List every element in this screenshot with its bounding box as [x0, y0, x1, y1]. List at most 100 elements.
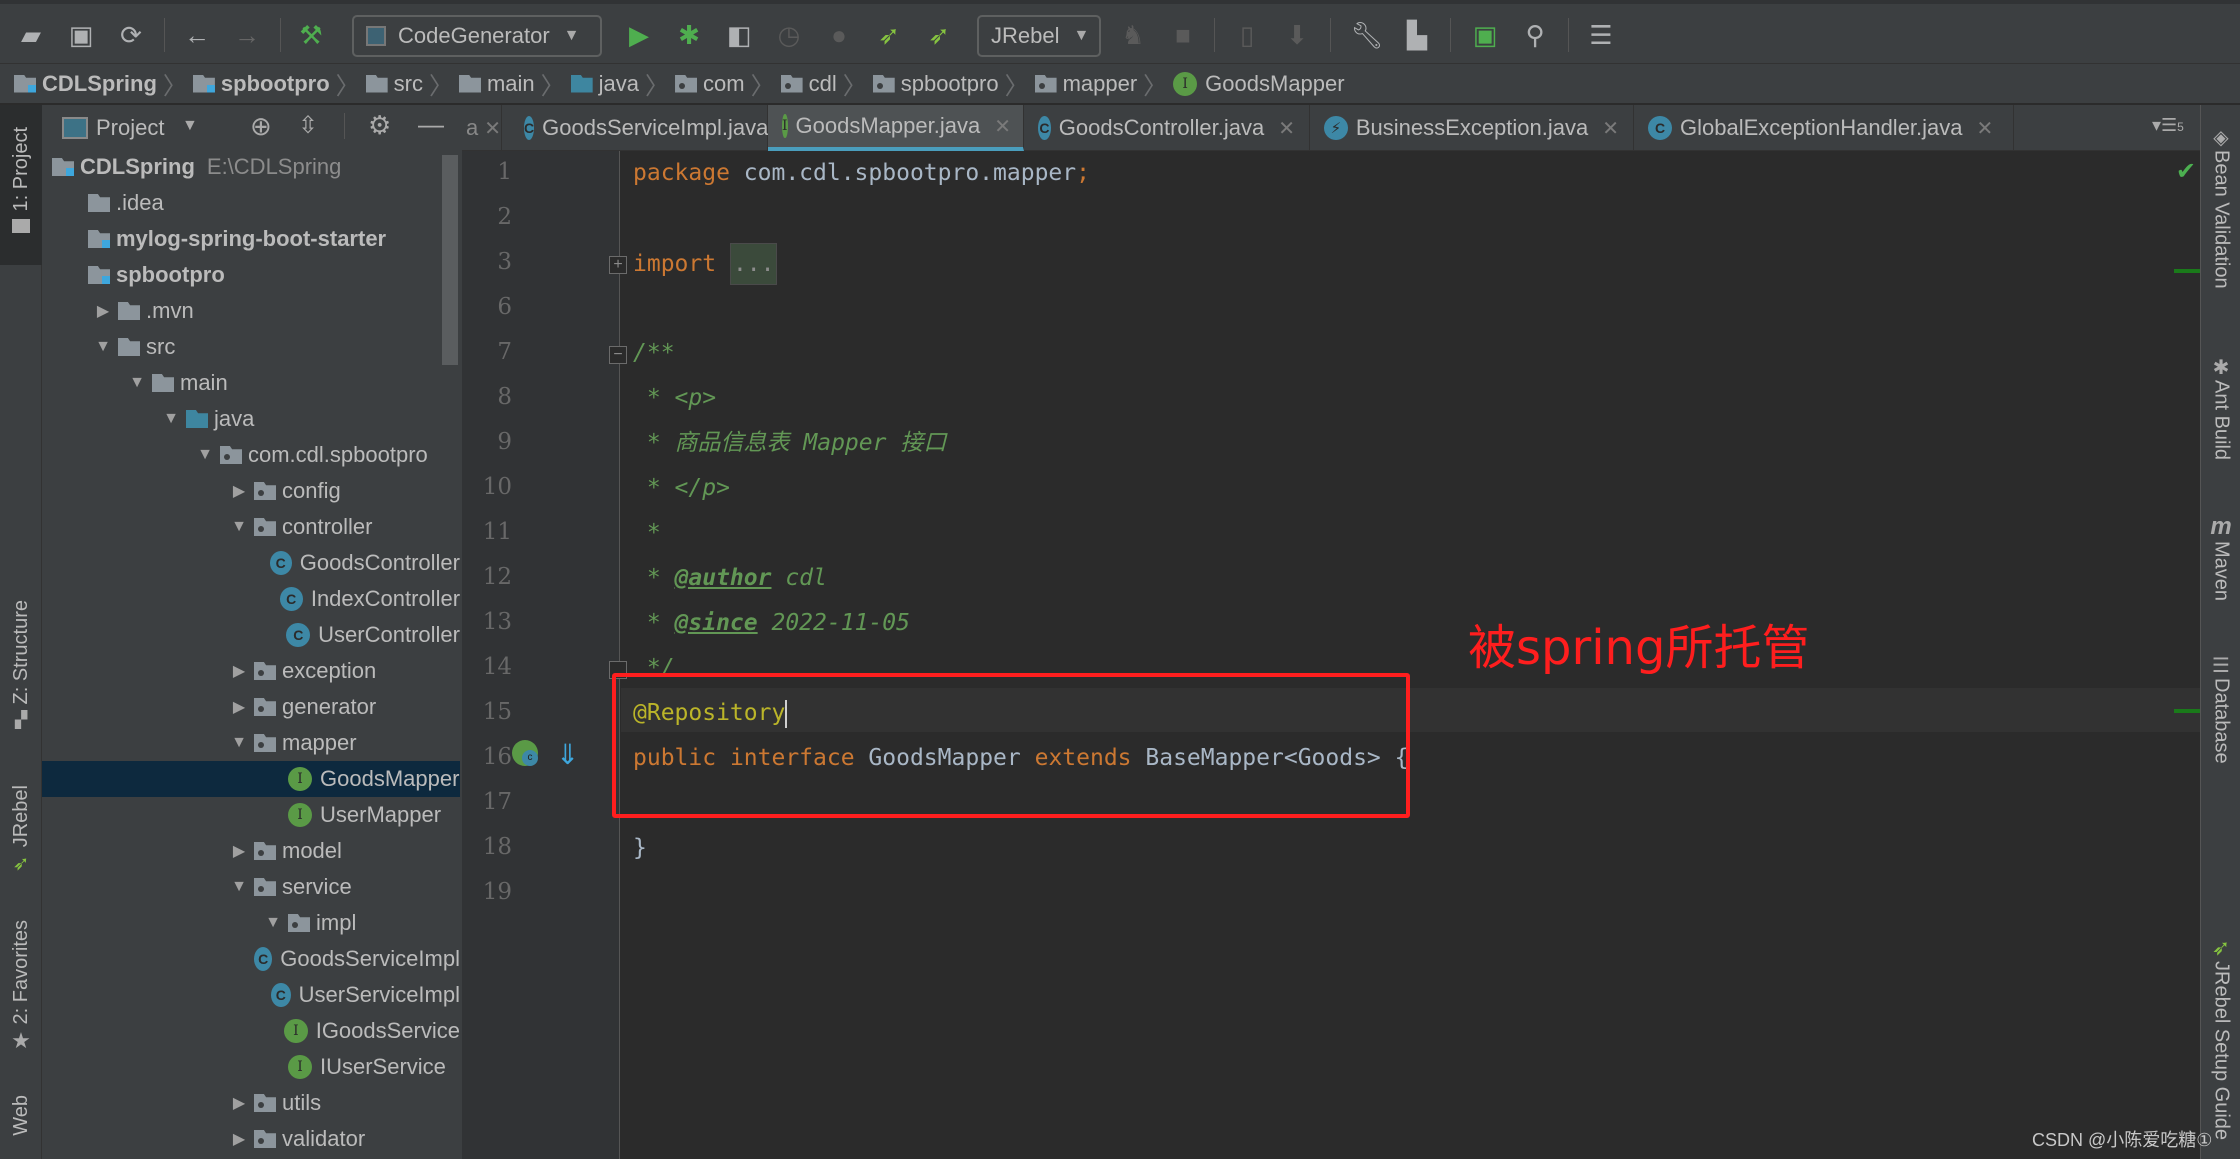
save-icon[interactable]: ▣: [64, 18, 98, 52]
tree-item[interactable]: ▶ validator: [42, 1121, 460, 1157]
expanded-arrow-icon[interactable]: ▼: [156, 410, 186, 428]
code-editor[interactable]: + − package com.cdl.spbootpro.mapper; imp…: [609, 151, 2200, 1159]
collapsed-arrow-icon[interactable]: ▶: [224, 1129, 254, 1149]
close-icon[interactable]: ✕: [1602, 116, 1619, 141]
tree-item[interactable]: ▼ controller: [42, 509, 460, 545]
breadcrumb-item[interactable]: spbootpro: [872, 71, 999, 97]
tree-item[interactable]: C GoodsServiceImpl: [42, 941, 460, 977]
android-device-icon[interactable]: ▯: [1230, 18, 1264, 52]
tree-item[interactable]: ▶ utils: [42, 1085, 460, 1121]
implemented-by-icon[interactable]: c: [512, 740, 538, 766]
jrebel-stop-icon[interactable]: ♞: [1116, 18, 1150, 52]
editor-tab-partial[interactable]: a ✕: [462, 105, 502, 151]
tree-item[interactable]: ▶ model: [42, 833, 460, 869]
tree-item[interactable]: .idea: [42, 185, 460, 221]
locate-target-icon[interactable]: ⊕: [250, 111, 272, 142]
tree-scrollbar[interactable]: [442, 155, 458, 365]
tree-item[interactable]: ▶ config: [42, 473, 460, 509]
tool-tab-jrebel-setup-guide[interactable]: ➶ JRebel Setup Guide: [2201, 935, 2240, 1140]
jrebel-run-icon[interactable]: ➶: [872, 18, 906, 52]
change-marker[interactable]: [2174, 269, 2200, 273]
tool-tab-favorites[interactable]: 2: Favorites ★: [0, 920, 42, 1070]
tree-item[interactable]: spbootpro: [42, 257, 460, 293]
collapsed-arrow-icon[interactable]: ▶: [224, 697, 254, 717]
breadcrumb-item[interactable]: com: [675, 71, 745, 97]
collapse-fold-icon[interactable]: −: [609, 346, 627, 364]
sync-icon[interactable]: ⟳: [114, 18, 148, 52]
inspection-ok-icon[interactable]: ✔: [2176, 157, 2196, 186]
tree-item[interactable]: C GoodsController: [42, 545, 460, 581]
run-config-select[interactable]: CodeGenerator ▼: [352, 15, 602, 57]
breadcrumb-item[interactable]: CDLSpring: [14, 71, 157, 97]
forward-icon[interactable]: →: [230, 18, 264, 52]
tree-item[interactable]: ▼ main: [42, 365, 460, 401]
chevron-down-icon[interactable]: ▼: [182, 117, 198, 135]
jrebel-select[interactable]: JRebel ▼: [977, 15, 1101, 57]
collapsed-arrow-icon[interactable]: ▶: [224, 481, 254, 501]
hide-panel-icon[interactable]: —: [418, 109, 444, 140]
tree-item[interactable]: ▼ com.cdl.spbootpro: [42, 437, 460, 473]
tree-item[interactable]: ▼ java: [42, 401, 460, 437]
tree-item[interactable]: ▶ exception: [42, 653, 460, 689]
expanded-arrow-icon[interactable]: ▼: [258, 914, 288, 932]
gear-icon[interactable]: ⚙: [368, 110, 391, 141]
expanded-arrow-icon[interactable]: ▼: [122, 374, 152, 392]
tool-tab-maven[interactable]: m Maven: [2201, 513, 2240, 601]
coverage-icon[interactable]: ◧: [722, 18, 756, 52]
editor-tab-globalexceptionhandler[interactable]: C GlobalExceptionHandler.java ✕: [1634, 105, 2014, 151]
tree-item[interactable]: mylog-spring-boot-starter: [42, 221, 460, 257]
profile-icon[interactable]: ◷: [772, 18, 806, 52]
tab-overflow-button[interactable]: ▾☰5: [2152, 115, 2184, 136]
change-marker[interactable]: [2174, 709, 2200, 713]
jrebel-debug-icon[interactable]: ➶: [922, 18, 956, 52]
stop-icon[interactable]: ■: [1166, 18, 1200, 52]
database-console-icon[interactable]: ☰: [1584, 18, 1618, 52]
tool-tab-database[interactable]: ☰ Database: [2201, 653, 2240, 764]
editor-tab-goodsserviceimpl[interactable]: C GoodsServiceImpl.java ✕: [510, 105, 799, 151]
project-view-title[interactable]: Project: [96, 115, 164, 141]
expanded-arrow-icon[interactable]: ▼: [190, 446, 220, 464]
close-icon[interactable]: ✕: [1977, 116, 1994, 141]
project-structure-icon[interactable]: ▙: [1400, 18, 1434, 52]
expanded-arrow-icon[interactable]: ▼: [224, 518, 254, 536]
tree-item[interactable]: C UserController: [42, 617, 460, 653]
tool-tab-structure[interactable]: Z: Structure ▞: [0, 600, 42, 750]
folded-imports[interactable]: ...: [729, 243, 778, 285]
breadcrumb-item[interactable]: java: [570, 71, 639, 97]
collapse-all-icon[interactable]: ⇳: [298, 111, 318, 140]
close-icon[interactable]: ✕: [1278, 116, 1295, 141]
tool-tab-project[interactable]: 1: Project: [0, 105, 42, 265]
run-anything-icon[interactable]: ▣: [1468, 18, 1502, 52]
collapsed-arrow-icon[interactable]: ▶: [88, 301, 118, 321]
settings-wrench-icon[interactable]: 🔧︎: [1350, 18, 1384, 52]
tree-item[interactable]: ▼ src: [42, 329, 460, 365]
tree-item[interactable]: I IGoodsService: [42, 1013, 460, 1049]
sdk-download-icon[interactable]: ⬇: [1280, 18, 1314, 52]
tree-item[interactable]: ▶ .mvn: [42, 293, 460, 329]
navigate-down-icon[interactable]: ⇓: [556, 738, 579, 771]
jfr-icon[interactable]: ●: [822, 18, 856, 52]
editor-tab-goodsmapper[interactable]: I GoodsMapper.java ✕: [768, 105, 1024, 151]
expand-fold-icon[interactable]: +: [609, 256, 627, 274]
expanded-arrow-icon[interactable]: ▼: [88, 338, 118, 356]
breadcrumb-item[interactable]: mapper: [1034, 71, 1137, 97]
tree-item[interactable]: C IndexController: [42, 581, 460, 617]
tool-tab-ant-build[interactable]: ✱ Ant Build: [2201, 355, 2240, 460]
close-icon[interactable]: ✕: [484, 116, 501, 141]
breadcrumb-item[interactable]: cdl: [780, 71, 837, 97]
back-icon[interactable]: ←: [180, 18, 214, 52]
open-folder-icon[interactable]: ▰: [14, 18, 48, 52]
tree-item[interactable]: CDLSpring E:\CDLSpring: [42, 149, 460, 185]
collapsed-arrow-icon[interactable]: ▶: [224, 1093, 254, 1113]
tree-item[interactable]: C UserServiceImpl: [42, 977, 460, 1013]
expanded-arrow-icon[interactable]: ▼: [224, 734, 254, 752]
tool-tab-bean-validation[interactable]: ◈ Bean Validation: [2201, 125, 2240, 289]
breadcrumb-item[interactable]: I GoodsMapper: [1173, 71, 1345, 97]
tree-item[interactable]: ▶ generator: [42, 689, 460, 725]
breadcrumb-item[interactable]: src: [365, 71, 423, 97]
tool-tab-jrebel[interactable]: JRebel ➶: [0, 785, 42, 915]
debug-icon[interactable]: ✱: [672, 18, 706, 52]
collapsed-arrow-icon[interactable]: ▶: [224, 661, 254, 681]
tree-item[interactable]: I UserMapper: [42, 797, 460, 833]
tree-item[interactable]: ▼ mapper: [42, 725, 460, 761]
